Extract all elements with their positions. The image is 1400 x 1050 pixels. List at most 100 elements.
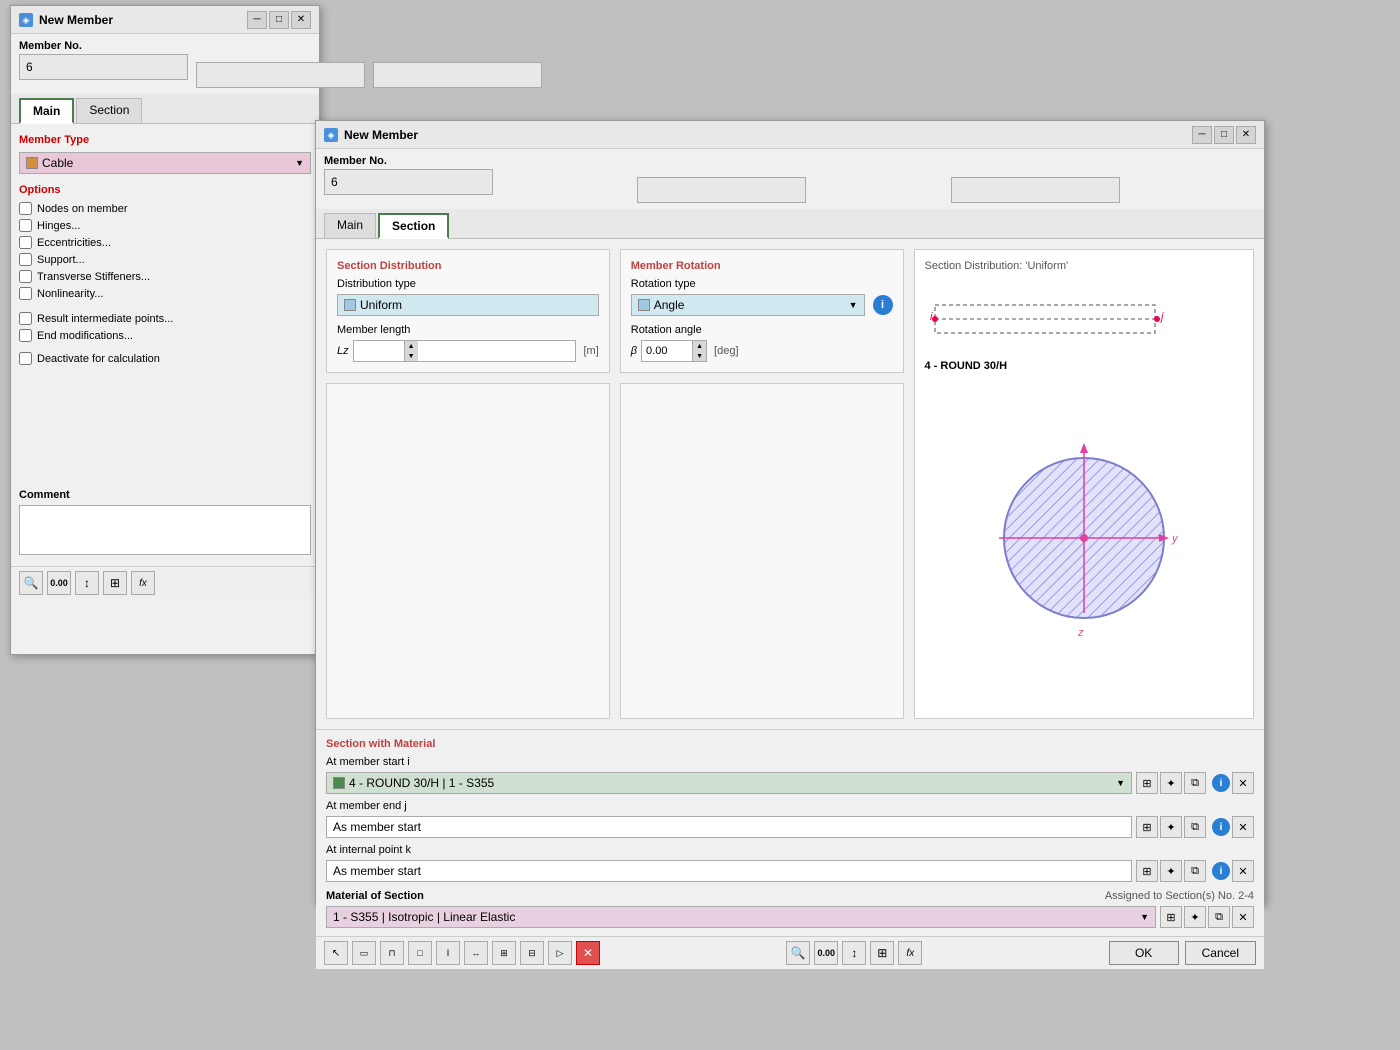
lz-up-btn[interactable]: ▲ xyxy=(404,341,418,351)
lz-down-btn[interactable]: ▼ xyxy=(404,351,418,361)
svg-text:j: j xyxy=(1159,311,1164,323)
win2-left-col: Section Distribution Distribution type U… xyxy=(326,249,610,719)
lz-input[interactable] xyxy=(354,343,404,359)
cable-swatch xyxy=(26,157,38,169)
internal-table-btn[interactable]: ⊞ xyxy=(1136,860,1158,882)
win2-maximize-btn[interactable]: □ xyxy=(1214,126,1234,144)
start-input-row: 4 - ROUND 30/H | 1 - S355 ▼ ⊞ ✦ ⧉ i ✕ xyxy=(326,772,1254,794)
win2-field3[interactable] xyxy=(951,177,1120,203)
cb-eccentricities[interactable] xyxy=(19,236,32,249)
cb-hinges[interactable] xyxy=(19,219,32,232)
member-diagram-svg: i j xyxy=(925,290,1244,350)
win2-close-btn[interactable]: ✕ xyxy=(1236,126,1256,144)
win2-dialog-buttons: OK Cancel xyxy=(1109,941,1256,965)
mat-table-btn[interactable]: ⊞ xyxy=(1160,906,1182,928)
mat-del-btn[interactable]: ✕ xyxy=(1232,906,1254,928)
win2-tb-section-rect[interactable]: ▭ xyxy=(352,941,376,965)
mat-new-btn[interactable]: ✦ xyxy=(1184,906,1206,928)
win2-title-bar: ◈ New Member ─ □ ✕ xyxy=(316,121,1264,149)
win2-title: New Member xyxy=(344,128,1192,142)
lz-unit: [m] xyxy=(583,345,598,357)
start-copy-btn[interactable]: ⧉ xyxy=(1184,772,1206,794)
win1-tb-fx[interactable]: fx xyxy=(131,571,155,595)
win2-tb-height[interactable]: I xyxy=(436,941,460,965)
material-dropdown[interactable]: 1 - S355 | Isotropic | Linear Elastic ▼ xyxy=(326,906,1156,928)
end-info-btn[interactable]: i xyxy=(1212,818,1230,836)
internal-info-btn[interactable]: i xyxy=(1212,862,1230,880)
end-dropdown[interactable]: As member start xyxy=(326,816,1132,838)
beta-down-btn[interactable]: ▼ xyxy=(692,351,706,361)
win1-member-no-input[interactable]: 6 xyxy=(19,54,188,80)
win1-tab-section[interactable]: Section xyxy=(76,98,142,123)
win2-tb-arrows[interactable]: ↕ xyxy=(842,941,866,965)
end-del-btn[interactable]: ✕ xyxy=(1232,816,1254,838)
win2-cancel-btn[interactable]: Cancel xyxy=(1185,941,1256,965)
beta-input[interactable] xyxy=(642,343,692,359)
win2-tb-more[interactable]: ▷ xyxy=(548,941,572,965)
win1-field2[interactable] xyxy=(196,62,365,88)
win2-toolbar-middle: 🔍 0.00 ↕ ⊞ fx xyxy=(786,941,922,965)
win2-tb-search[interactable]: 🔍 xyxy=(786,941,810,965)
win1-close-btn[interactable]: ✕ xyxy=(291,11,311,29)
cb-support[interactable] xyxy=(19,253,32,266)
win2-tb-number[interactable]: 0.00 xyxy=(814,941,838,965)
lz-label: Lz xyxy=(337,345,349,357)
start-info-btn[interactable]: i xyxy=(1212,774,1230,792)
internal-new-btn[interactable]: ✦ xyxy=(1160,860,1182,882)
end-copy-btn[interactable]: ⧉ xyxy=(1184,816,1206,838)
win2-field2[interactable] xyxy=(637,177,806,203)
win2-member-no-input[interactable] xyxy=(324,169,493,195)
internal-del-btn[interactable]: ✕ xyxy=(1232,860,1254,882)
win2-tb-square[interactable]: □ xyxy=(408,941,432,965)
win2-minimize-btn[interactable]: ─ xyxy=(1192,126,1212,144)
win1-tb-copy[interactable]: ⊞ xyxy=(103,571,127,595)
foreground-window: ◈ New Member ─ □ ✕ Member No. Main Secti… xyxy=(315,120,1265,905)
win1-tb-number[interactable]: 0.00 xyxy=(47,571,71,595)
win2-tb-ibeam[interactable]: ⊓ xyxy=(380,941,404,965)
section-material-title: Section with Material xyxy=(326,738,1254,750)
cb-deactivate[interactable] xyxy=(19,352,32,365)
win2-tab-main[interactable]: Main xyxy=(324,213,376,238)
win1-field3[interactable] xyxy=(373,62,542,88)
start-dropdown[interactable]: 4 - ROUND 30/H | 1 - S355 ▼ xyxy=(326,772,1132,794)
rotation-empty-area xyxy=(620,383,904,719)
win1-options-list: Nodes on member Hinges... Eccentricities… xyxy=(19,202,311,300)
win2-tab-bar: Main Section xyxy=(316,209,1264,239)
start-new-btn[interactable]: ✦ xyxy=(1160,772,1182,794)
win2-ok-btn[interactable]: OK xyxy=(1109,941,1179,965)
win1-comment-textarea[interactable] xyxy=(19,505,311,555)
cb-nonlinearity[interactable] xyxy=(19,287,32,300)
win1-tb-arrows[interactable]: ↕ xyxy=(75,571,99,595)
win1-minimize-btn[interactable]: ─ xyxy=(247,11,267,29)
cb-nodes[interactable] xyxy=(19,202,32,215)
end-table-btn[interactable]: ⊞ xyxy=(1136,816,1158,838)
win2-tb-copy[interactable]: ⊞ xyxy=(870,941,894,965)
cb-end-mods[interactable] xyxy=(19,329,32,342)
win2-main-content: Section Distribution Distribution type U… xyxy=(316,239,1264,729)
start-del-btn[interactable]: ✕ xyxy=(1232,772,1254,794)
win1-tab-main[interactable]: Main xyxy=(19,98,74,124)
win2-tb-fx[interactable]: fx xyxy=(898,941,922,965)
cb-result-pts[interactable] xyxy=(19,312,32,325)
win1-maximize-btn[interactable]: □ xyxy=(269,11,289,29)
win1-tb-search[interactable]: 🔍 xyxy=(19,571,43,595)
at-start-label: At member start i xyxy=(326,756,446,768)
end-new-btn[interactable]: ✦ xyxy=(1160,816,1182,838)
win2-tb-delete[interactable]: ✕ xyxy=(576,941,600,965)
win2-tb-width[interactable]: ↔ xyxy=(464,941,488,965)
win2-tb-grid[interactable]: ⊞ xyxy=(492,941,516,965)
material-header-row: Material of Section Assigned to Section(… xyxy=(326,890,1254,902)
internal-dropdown[interactable]: As member start xyxy=(326,860,1132,882)
cb-transverse[interactable] xyxy=(19,270,32,283)
section-label: 4 - ROUND 30/H xyxy=(925,360,1244,372)
win2-tb-cursor[interactable]: ↖ xyxy=(324,941,348,965)
mat-copy-btn[interactable]: ⧉ xyxy=(1208,906,1230,928)
rot-info-btn[interactable]: i xyxy=(873,295,893,315)
start-table-btn[interactable]: ⊞ xyxy=(1136,772,1158,794)
internal-copy-btn[interactable]: ⧉ xyxy=(1184,860,1206,882)
beta-up-btn[interactable]: ▲ xyxy=(692,341,706,351)
win2-tb-grid2[interactable]: ⊟ xyxy=(520,941,544,965)
win2-tab-section[interactable]: Section xyxy=(378,213,449,239)
member-length-label: Member length xyxy=(337,324,599,336)
section-dist-empty-area xyxy=(326,383,610,719)
